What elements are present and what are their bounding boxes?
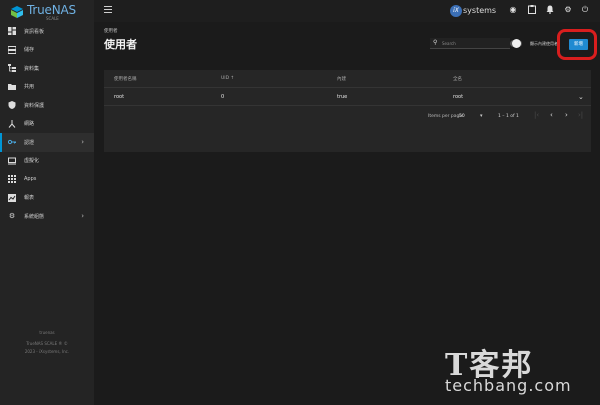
dashboard-icon xyxy=(8,27,16,36)
table-header: 使用者名稱 UID ↑ 內建 全名 xyxy=(104,70,591,88)
column-header-builtin[interactable]: 內建 xyxy=(337,76,346,82)
column-header-uid[interactable]: UID ↑ xyxy=(221,76,234,81)
sidebar-item-dashboard[interactable]: 資訊看板 xyxy=(0,22,94,41)
toggle-knob xyxy=(512,39,521,48)
footer-hostname: truenas xyxy=(39,330,55,335)
footer-version: TrueNAS SCALE ® © xyxy=(26,341,68,346)
sidebar-item-data-protection[interactable]: 資料保護 xyxy=(0,96,94,115)
page-title: 使用者 xyxy=(104,38,137,51)
monitor-icon xyxy=(8,157,16,165)
previous-page-icon[interactable]: ‹ xyxy=(550,111,553,120)
sidebar: TrueNAS SCALE 資訊看板 儲存 資料集 共用 資料保護 網路 認證 … xyxy=(0,0,94,405)
search-box[interactable]: ⚲ xyxy=(430,38,510,49)
footer-copyright: 2023 - iXsystems, Inc. xyxy=(24,349,70,354)
shares-icon xyxy=(8,83,16,91)
cell-uid: 0 xyxy=(221,94,225,100)
page-range-label: 1 – 1 of 1 xyxy=(498,114,519,119)
sidebar-item-label: 認證 xyxy=(24,139,35,146)
watermark-text: techbang.com xyxy=(445,376,572,395)
chevron-right-icon: › xyxy=(81,138,84,146)
apps-grid-icon xyxy=(8,175,16,184)
expand-row-icon[interactable]: ⌄ xyxy=(578,93,584,101)
storage-icon xyxy=(8,45,16,54)
cell-full-name: root xyxy=(453,94,464,100)
clipboard-icon[interactable] xyxy=(527,5,537,15)
truenas-logo[interactable]: TrueNAS SCALE xyxy=(10,2,92,22)
sidebar-item-shares[interactable]: 共用 xyxy=(0,78,94,97)
shield-icon xyxy=(8,101,16,110)
sidebar-item-label: 資訊看板 xyxy=(24,28,45,35)
ixsystems-mark: iX xyxy=(450,5,462,17)
key-icon xyxy=(8,138,16,146)
search-input[interactable] xyxy=(442,40,506,47)
ixsystems-text: systems xyxy=(463,6,497,15)
sidebar-item-label: 資料集 xyxy=(24,65,40,72)
sidebar-item-label: 報表 xyxy=(24,195,35,202)
sidebar-item-label: 網路 xyxy=(24,121,35,128)
sidebar-item-system-settings[interactable]: ⚙ 系統組態 › xyxy=(0,207,94,226)
page-size-select[interactable]: 50 xyxy=(459,114,465,119)
sidebar-item-label: 系統組態 xyxy=(24,213,45,220)
sidebar-item-label: 虛擬化 xyxy=(24,158,40,165)
techbang-watermark: T客邦 techbang.com xyxy=(437,340,597,402)
next-page-icon[interactable]: › xyxy=(565,111,568,120)
sidebar-item-virtualization[interactable]: 虛擬化 xyxy=(0,152,94,171)
settings-icon[interactable]: ⚙ xyxy=(563,5,573,15)
first-page-icon[interactable]: |‹ xyxy=(534,111,539,120)
logo-subtext: SCALE xyxy=(46,16,59,21)
cell-username: root xyxy=(114,94,125,100)
bell-icon[interactable] xyxy=(545,5,555,15)
table-row[interactable]: root 0 true root ⌄ xyxy=(104,88,591,106)
cell-builtin: true xyxy=(337,94,348,100)
truecommand-icon[interactable]: ◉ xyxy=(508,5,518,15)
sidebar-item-network[interactable]: 網路 xyxy=(0,115,94,134)
show-builtin-toggle[interactable] xyxy=(510,39,522,48)
power-icon[interactable]: ⏻ xyxy=(580,5,590,15)
chevron-right-icon: › xyxy=(81,212,84,220)
column-header-full-name[interactable]: 全名 xyxy=(453,76,462,82)
sidebar-item-apps[interactable]: Apps xyxy=(0,170,94,189)
users-table-card: 使用者名稱 UID ↑ 內建 全名 root 0 true root ⌄ Ite… xyxy=(104,70,591,152)
sidebar-nav: 資訊看板 儲存 資料集 共用 資料保護 網路 認證 › 虛擬化 Apps 報表 … xyxy=(0,22,94,226)
topbar: iX systems ◉ ⚙ ⏻ xyxy=(94,0,600,22)
show-builtin-label: 顯示內建使用者 xyxy=(530,41,558,46)
network-icon xyxy=(8,119,16,128)
sidebar-item-credentials[interactable]: 認證 › xyxy=(0,133,94,152)
dropdown-caret-icon[interactable]: ▾ xyxy=(480,113,483,119)
truenas-logo-icon xyxy=(11,6,23,18)
menu-toggle-icon[interactable] xyxy=(104,6,112,14)
sidebar-item-reports[interactable]: 報表 xyxy=(0,189,94,208)
search-icon: ⚲ xyxy=(433,39,438,46)
sidebar-item-label: 資料保護 xyxy=(24,102,45,109)
sidebar-item-storage[interactable]: 儲存 xyxy=(0,41,94,60)
sidebar-item-label: 儲存 xyxy=(24,47,35,54)
logo-text: TrueNAS xyxy=(27,3,76,17)
breadcrumb[interactable]: 使用者 xyxy=(104,28,118,34)
paginator: Items per page: 50 ▾ 1 – 1 of 1 |‹ ‹ › ›… xyxy=(104,106,591,130)
reports-icon xyxy=(8,193,16,202)
sidebar-item-label: 共用 xyxy=(24,84,35,91)
last-page-icon[interactable]: ›| xyxy=(578,111,583,120)
column-header-username[interactable]: 使用者名稱 xyxy=(114,76,137,82)
sidebar-item-label: Apps xyxy=(24,176,37,183)
datasets-icon xyxy=(8,64,16,73)
sidebar-item-datasets[interactable]: 資料集 xyxy=(0,59,94,78)
highlight-annotation xyxy=(557,29,597,60)
gear-icon: ⚙ xyxy=(8,212,16,221)
